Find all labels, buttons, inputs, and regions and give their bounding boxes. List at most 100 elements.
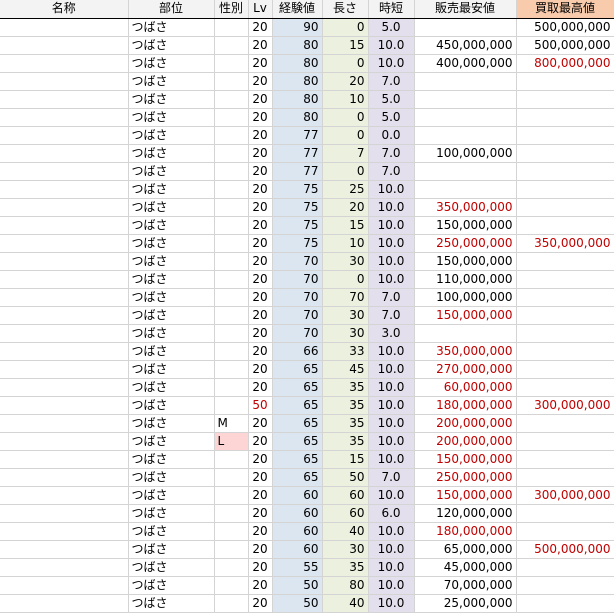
min-sell-cell[interactable]: 150,000,000 bbox=[414, 486, 517, 505]
length-cell[interactable]: 35 bbox=[322, 396, 369, 415]
time-cell[interactable]: 10.0 bbox=[368, 396, 415, 415]
max-buy-cell[interactable] bbox=[516, 432, 614, 451]
max-buy-cell[interactable] bbox=[516, 198, 614, 217]
sex-cell[interactable] bbox=[214, 162, 249, 181]
sex-cell[interactable] bbox=[214, 360, 249, 379]
length-cell[interactable]: 30 bbox=[322, 324, 369, 343]
time-cell[interactable]: 10.0 bbox=[368, 450, 415, 469]
exp-cell[interactable]: 50 bbox=[272, 594, 323, 613]
length-cell[interactable]: 35 bbox=[322, 558, 369, 577]
length-cell[interactable]: 0 bbox=[322, 126, 369, 145]
lv-cell[interactable]: 20 bbox=[248, 486, 273, 505]
sex-cell[interactable] bbox=[214, 126, 249, 145]
min-sell-cell[interactable] bbox=[414, 72, 517, 91]
name-cell[interactable] bbox=[0, 414, 129, 433]
max-buy-cell[interactable] bbox=[516, 288, 614, 307]
name-cell[interactable] bbox=[0, 558, 129, 577]
min-sell-cell[interactable]: 350,000,000 bbox=[414, 198, 517, 217]
min-sell-cell[interactable]: 150,000,000 bbox=[414, 252, 517, 271]
max-buy-cell[interactable]: 350,000,000 bbox=[516, 234, 614, 253]
exp-cell[interactable]: 77 bbox=[272, 126, 323, 145]
time-cell[interactable]: 5.0 bbox=[368, 108, 415, 127]
name-cell[interactable] bbox=[0, 306, 129, 325]
name-cell[interactable] bbox=[0, 378, 129, 397]
lv-cell[interactable]: 20 bbox=[248, 468, 273, 487]
name-cell[interactable] bbox=[0, 504, 129, 523]
length-cell[interactable]: 45 bbox=[322, 360, 369, 379]
exp-cell[interactable]: 80 bbox=[272, 90, 323, 109]
sex-cell[interactable] bbox=[214, 72, 249, 91]
min-sell-cell[interactable]: 65,000,000 bbox=[414, 540, 517, 559]
lv-cell[interactable]: 20 bbox=[248, 522, 273, 541]
time-cell[interactable]: 7.0 bbox=[368, 306, 415, 325]
part-cell[interactable]: つばさ bbox=[128, 54, 215, 73]
length-cell[interactable]: 35 bbox=[322, 414, 369, 433]
sex-cell[interactable] bbox=[214, 594, 249, 613]
exp-cell[interactable]: 80 bbox=[272, 36, 323, 55]
max-buy-cell[interactable] bbox=[516, 468, 614, 487]
length-cell[interactable]: 0 bbox=[322, 18, 369, 37]
sex-cell[interactable] bbox=[214, 198, 249, 217]
max-buy-cell[interactable]: 500,000,000 bbox=[516, 36, 614, 55]
time-cell[interactable]: 10.0 bbox=[368, 414, 415, 433]
max-buy-cell[interactable] bbox=[516, 162, 614, 181]
lv-cell[interactable]: 20 bbox=[248, 432, 273, 451]
header-max-buy[interactable]: 買取最高値 bbox=[516, 0, 614, 19]
min-sell-cell[interactable]: 150,000,000 bbox=[414, 306, 517, 325]
part-cell[interactable]: つばさ bbox=[128, 486, 215, 505]
time-cell[interactable]: 7.0 bbox=[368, 162, 415, 181]
time-cell[interactable]: 10.0 bbox=[368, 180, 415, 199]
lv-cell[interactable]: 20 bbox=[248, 36, 273, 55]
length-cell[interactable]: 70 bbox=[322, 288, 369, 307]
lv-cell[interactable]: 20 bbox=[248, 594, 273, 613]
max-buy-cell[interactable] bbox=[516, 558, 614, 577]
name-cell[interactable] bbox=[0, 270, 129, 289]
sex-cell[interactable] bbox=[214, 36, 249, 55]
sex-cell[interactable] bbox=[214, 450, 249, 469]
exp-cell[interactable]: 70 bbox=[272, 270, 323, 289]
time-cell[interactable]: 10.0 bbox=[368, 558, 415, 577]
min-sell-cell[interactable]: 200,000,000 bbox=[414, 432, 517, 451]
time-cell[interactable]: 7.0 bbox=[368, 468, 415, 487]
time-cell[interactable]: 10.0 bbox=[368, 342, 415, 361]
name-cell[interactable] bbox=[0, 396, 129, 415]
max-buy-cell[interactable] bbox=[516, 594, 614, 613]
max-buy-cell[interactable] bbox=[516, 72, 614, 91]
max-buy-cell[interactable] bbox=[516, 126, 614, 145]
exp-cell[interactable]: 70 bbox=[272, 306, 323, 325]
max-buy-cell[interactable] bbox=[516, 306, 614, 325]
name-cell[interactable] bbox=[0, 198, 129, 217]
length-cell[interactable]: 30 bbox=[322, 252, 369, 271]
max-buy-cell[interactable]: 300,000,000 bbox=[516, 486, 614, 505]
lv-cell[interactable]: 20 bbox=[248, 18, 273, 37]
time-cell[interactable]: 10.0 bbox=[368, 36, 415, 55]
lv-cell[interactable]: 20 bbox=[248, 198, 273, 217]
sex-cell[interactable] bbox=[214, 270, 249, 289]
length-cell[interactable]: 30 bbox=[322, 540, 369, 559]
exp-cell[interactable]: 65 bbox=[272, 378, 323, 397]
part-cell[interactable]: つばさ bbox=[128, 270, 215, 289]
name-cell[interactable] bbox=[0, 216, 129, 235]
min-sell-cell[interactable]: 70,000,000 bbox=[414, 576, 517, 595]
part-cell[interactable]: つばさ bbox=[128, 72, 215, 91]
max-buy-cell[interactable] bbox=[516, 216, 614, 235]
max-buy-cell[interactable]: 800,000,000 bbox=[516, 54, 614, 73]
min-sell-cell[interactable]: 350,000,000 bbox=[414, 342, 517, 361]
part-cell[interactable]: つばさ bbox=[128, 234, 215, 253]
time-cell[interactable]: 10.0 bbox=[368, 216, 415, 235]
min-sell-cell[interactable]: 60,000,000 bbox=[414, 378, 517, 397]
part-cell[interactable]: つばさ bbox=[128, 36, 215, 55]
lv-cell[interactable]: 20 bbox=[248, 540, 273, 559]
min-sell-cell[interactable]: 180,000,000 bbox=[414, 396, 517, 415]
length-cell[interactable]: 35 bbox=[322, 378, 369, 397]
min-sell-cell[interactable] bbox=[414, 90, 517, 109]
min-sell-cell[interactable]: 270,000,000 bbox=[414, 360, 517, 379]
lv-cell[interactable]: 20 bbox=[248, 576, 273, 595]
part-cell[interactable]: つばさ bbox=[128, 468, 215, 487]
lv-cell[interactable]: 20 bbox=[248, 216, 273, 235]
part-cell[interactable]: つばさ bbox=[128, 90, 215, 109]
lv-cell[interactable]: 20 bbox=[248, 252, 273, 271]
lv-cell[interactable]: 20 bbox=[248, 90, 273, 109]
min-sell-cell[interactable] bbox=[414, 180, 517, 199]
exp-cell[interactable]: 70 bbox=[272, 252, 323, 271]
